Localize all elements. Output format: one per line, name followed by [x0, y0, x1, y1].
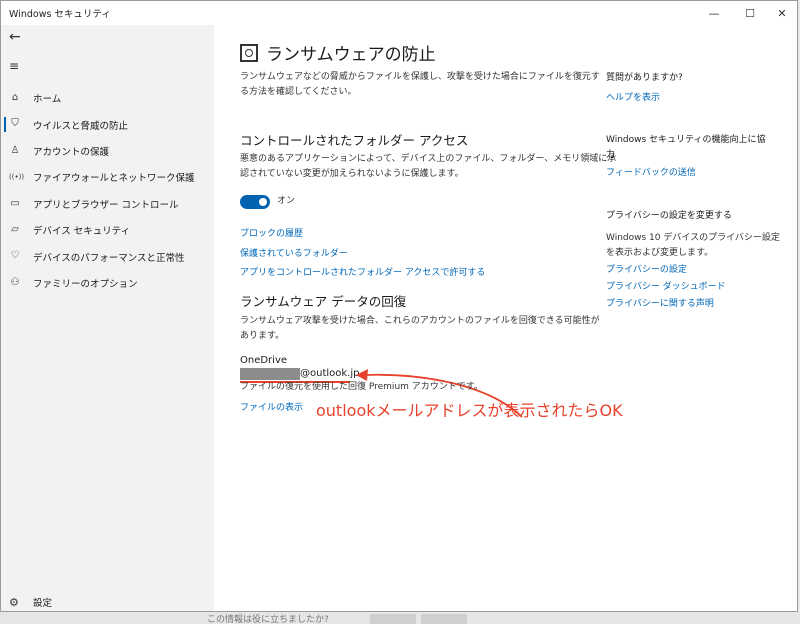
shield-icon: ⛉ — [11, 118, 19, 130]
background-window: この情報は役に立ちましたか? — [0, 612, 800, 624]
onedrive-label: OneDrive — [240, 355, 288, 366]
email-domain: @outlook.jp — [300, 368, 360, 379]
sidebar-item-device-performance[interactable]: ♡ デバイスのパフォーマンスと正常性 — [1, 243, 214, 269]
heart-icon: ♡ — [10, 250, 20, 262]
privacy-heading: プライバシーの設定を変更する — [606, 211, 732, 221]
sidebar-item-account-protection[interactable]: ♙ アカウントの保護 — [1, 138, 214, 164]
wifi-icon: ((•)) — [9, 173, 25, 182]
person-icon: ♙ — [10, 144, 20, 156]
sidebar-item-home[interactable]: ⌂ ホーム — [1, 85, 214, 111]
privacy-dashboard-link[interactable]: プライバシー ダッシュボード — [606, 279, 726, 292]
minimize-button[interactable]: — — [697, 1, 731, 25]
maximize-button[interactable]: ☐ — [733, 1, 767, 25]
redacted-email — [240, 368, 300, 380]
sidebar-item-label: デバイス セキュリティ — [33, 226, 131, 238]
sidebar-item-app-browser[interactable]: ▭ アプリとブラウザー コントロール — [1, 191, 214, 217]
sidebar-item-label: 設定 — [33, 598, 53, 609]
page-header: ランサムウェアの防止 — [240, 40, 436, 65]
sidebar: ← ≡ ⌂ ホーム ⛉ ウイルスと脅威の防止 ♙ アカウントの保護 ((•)) … — [1, 25, 214, 611]
protected-folders-link[interactable]: 保護されているフォルダー — [240, 246, 348, 259]
background-button — [370, 614, 416, 624]
window-title: Windows セキュリティ — [9, 9, 111, 20]
privacy-text: Windows 10 デバイスのプライバシー設定 を表示および変更します。 — [606, 233, 780, 258]
windows-security-window: Windows セキュリティ — ☐ ✕ ← ≡ ⌂ ホーム ⛉ ウイルスと脅威… — [0, 0, 798, 612]
recovery-heading: ランサムウェア データの回復 — [240, 294, 407, 309]
cfa-toggle-switch[interactable] — [240, 195, 270, 209]
title-bar: Windows セキュリティ — ☐ ✕ — [1, 1, 797, 25]
cfa-description: 悪意のあるアプリケーションによって、デバイス上のファイル、フォルダー、メモリ領域… — [240, 154, 617, 179]
sidebar-item-device-security[interactable]: ▱ デバイス セキュリティ — [1, 217, 214, 243]
sidebar-item-label: アプリとブラウザー コントロール — [33, 199, 179, 211]
sidebar-item-virus-protection[interactable]: ⛉ ウイルスと脅威の防止 — [1, 111, 214, 137]
view-files-link[interactable]: ファイルの表示 — [240, 400, 303, 413]
nav-list: ⌂ ホーム ⛉ ウイルスと脅威の防止 ♙ アカウントの保護 ((•)) ファイア… — [1, 85, 214, 296]
sidebar-item-label: アカウントの保護 — [33, 146, 110, 158]
allow-app-link[interactable]: アプリをコントロールされたフォルダー アクセスで許可する — [240, 265, 485, 278]
cfa-heading: コントロールされたフォルダー アクセス — [240, 133, 469, 148]
feedback-link[interactable]: フィードバックの送信 — [606, 165, 696, 178]
recovery-description: ランサムウェア攻撃を受けた場合、これらのアカウントのファイルを回復できる可能性が… — [240, 316, 600, 341]
close-button[interactable]: ✕ — [765, 1, 797, 25]
block-history-link[interactable]: ブロックの履歴 — [240, 226, 303, 239]
annotation-text: outlookメールアドレスが表示されたらOK — [316, 401, 623, 420]
premium-note: ファイルの復元を使用した回復 Premium アカウントです。 — [240, 382, 483, 392]
home-icon: ⌂ — [11, 92, 19, 103]
sidebar-item-firewall[interactable]: ((•)) ファイアウォールとネットワーク保護 — [1, 164, 214, 190]
sidebar-item-label: ファミリーのオプション — [33, 278, 138, 290]
family-icon: ⚇ — [10, 276, 20, 288]
privacy-settings-link[interactable]: プライバシーの設定 — [606, 262, 687, 275]
app-window-icon: ▭ — [10, 197, 20, 209]
hamburger-menu-icon[interactable]: ≡ — [9, 59, 19, 73]
sidebar-item-family[interactable]: ⚇ ファミリーのオプション — [1, 270, 214, 296]
sidebar-item-settings[interactable]: ⚙ 設定 — [9, 595, 53, 610]
intro-text: ランサムウェアなどの脅威からファイルを保護し、攻撃を受けた場合にファイルを復元す… — [240, 72, 600, 97]
background-button — [421, 614, 467, 624]
toggle-state-label: オン — [277, 196, 296, 206]
help-link[interactable]: ヘルプを表示 — [606, 90, 660, 103]
page-title: ランサムウェアの防止 — [266, 45, 436, 65]
sidebar-item-label: ウイルスと脅威の防止 — [33, 120, 129, 132]
sidebar-item-label: ホーム — [33, 94, 62, 106]
main-content: ランサムウェアの防止 ランサムウェアなどの脅威からファイルを保護し、攻撃を受けた… — [214, 25, 797, 611]
sidebar-item-label: デバイスのパフォーマンスと正常性 — [33, 252, 185, 264]
gear-icon: ⚙ — [9, 595, 19, 609]
privacy-statement-link[interactable]: プライバシーに関する声明 — [606, 296, 714, 309]
background-text: この情報は役に立ちましたか? — [207, 615, 329, 624]
ransomware-icon — [240, 43, 258, 62]
back-arrow-icon[interactable]: ← — [9, 29, 21, 45]
sidebar-item-label: ファイアウォールとネットワーク保護 — [33, 173, 195, 185]
laptop-icon: ▱ — [11, 223, 19, 235]
improve-heading: Windows セキュリティの機能向上に協 力 — [606, 135, 766, 160]
questions-heading: 質問がありますか? — [606, 73, 683, 83]
